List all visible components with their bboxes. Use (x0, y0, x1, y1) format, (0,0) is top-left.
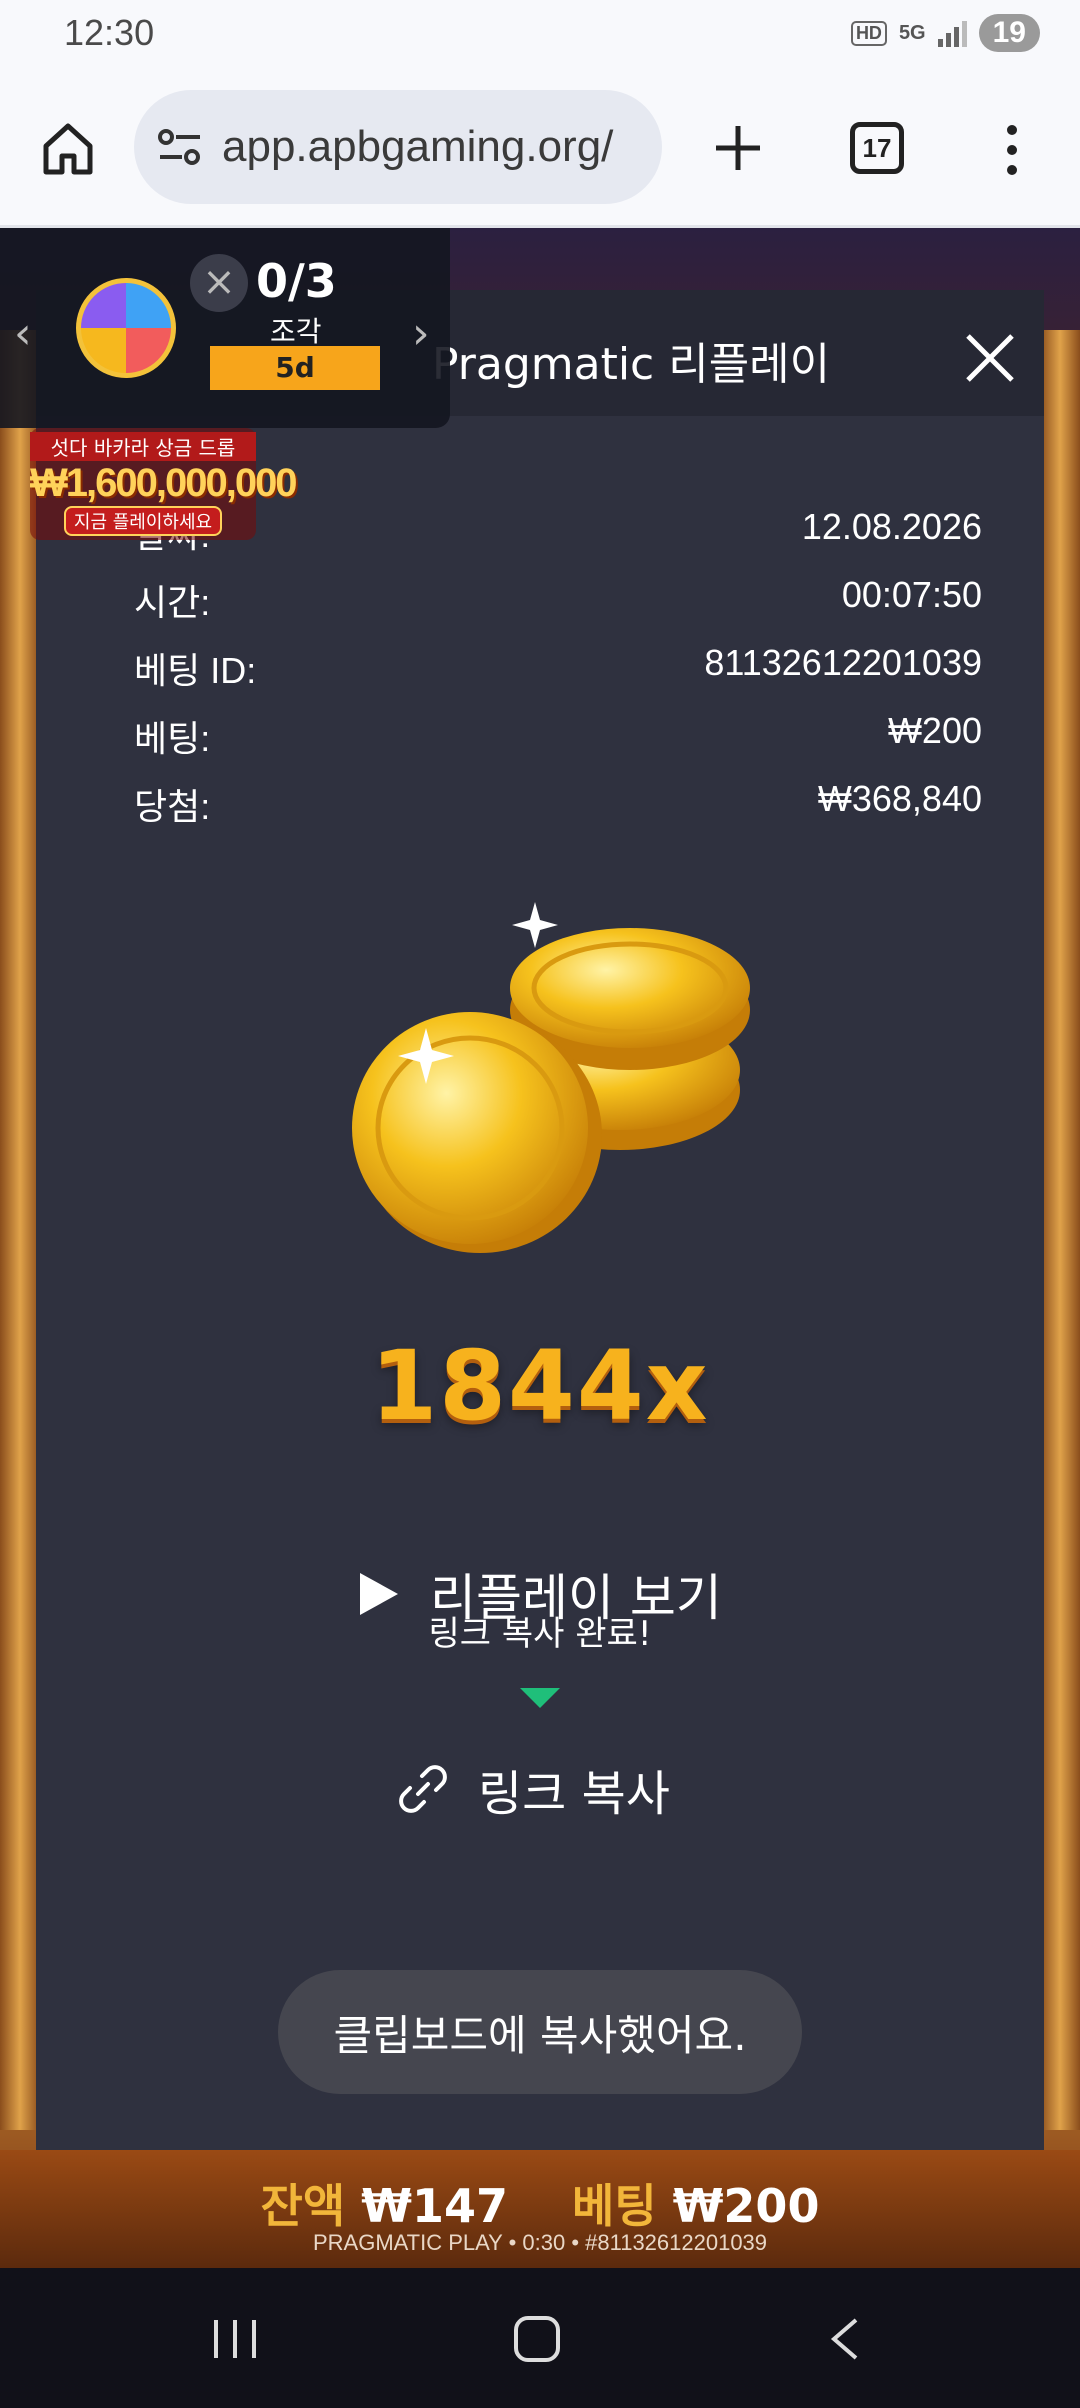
network-5g-icon: 5G (898, 22, 926, 44)
more-menu-icon[interactable] (1000, 120, 1024, 180)
site-settings-icon[interactable] (152, 119, 208, 175)
system-nav-bar (0, 2268, 1080, 2408)
tab-switcher-button[interactable]: 17 (850, 122, 904, 174)
copy-link-button[interactable]: 링크 복사 (396, 1754, 670, 1824)
battery-icon: 19 (978, 14, 1040, 52)
info-row-bet-id: 베팅 ID: 81132612201039 (134, 642, 982, 694)
close-icon[interactable] (962, 330, 1018, 386)
promo-widget: ‹ × 0/3 조각 5d › (0, 228, 450, 428)
clock: 12:30 (64, 12, 155, 53)
piece-label: 조각 (270, 315, 322, 348)
signal-icon (937, 19, 967, 47)
info-value: ₩368,840 (817, 778, 982, 819)
browser-toolbar: app.apbgaming.org/ 17 (0, 72, 1080, 228)
chevron-left-icon[interactable]: ‹ (14, 308, 32, 359)
home-nav-icon[interactable] (514, 2316, 560, 2362)
replay-modal: Pragmatic 리플레이 날짜: 12.08.2026 시간: 00:07:… (36, 290, 1044, 2150)
bet-label: 베팅 (572, 2179, 657, 2233)
balance-value: ₩147 (361, 2179, 508, 2233)
chevron-right-icon[interactable]: › (412, 308, 430, 359)
info-label: 베팅: (134, 718, 211, 759)
jackpot-title: 섯다 바카라 상금 드롭 (30, 432, 256, 461)
info-label: 베팅 ID: (134, 650, 257, 691)
jackpot-banner[interactable]: 섯다 바카라 상금 드롭 ₩1,600,000,000 지금 플레이하세요 (30, 428, 298, 540)
copy-link-label: 링크 복사 (478, 1766, 670, 1822)
link-copied-tooltip: 링크 복사 완료! (428, 1614, 652, 1654)
tooltip-arrow (520, 1688, 560, 1708)
win-multiplier: 1844x (370, 1330, 710, 1442)
prize-wheel-icon[interactable] (76, 278, 176, 378)
info-row-time: 시간: 00:07:50 (134, 574, 982, 626)
info-label: 시간: (134, 582, 211, 623)
info-label: 당첨: (134, 786, 211, 827)
balance-bet-line: 잔액 ₩147 베팅 ₩200 (0, 2170, 1080, 2236)
recent-apps-icon[interactable] (210, 2318, 260, 2360)
modal-title: Pragmatic 리플레이 (432, 339, 831, 390)
bet-value: ₩200 (672, 2179, 820, 2233)
status-bar: 12:30 HD 5G 19 (0, 0, 1080, 72)
info-value: 81132612201039 (704, 642, 982, 683)
home-icon[interactable] (38, 118, 98, 178)
info-row-win: 당첨: ₩368,840 (134, 778, 982, 830)
hd-voice-icon: HD (850, 20, 887, 46)
clipboard-toast: 클립보드에 복사했어요. (278, 1970, 802, 2094)
link-icon (399, 1765, 447, 1813)
jackpot-amount: ₩1,600,000,000 (30, 461, 298, 505)
close-promo-icon[interactable]: × (190, 254, 248, 312)
drop-progress: 0/3 (256, 254, 337, 308)
back-icon[interactable] (824, 2316, 864, 2362)
info-row-bet: 베팅: ₩200 (134, 710, 982, 762)
balance-label: 잔액 (260, 2179, 346, 2233)
decor-pillar-left (0, 330, 40, 2130)
new-tab-icon[interactable] (708, 118, 768, 178)
info-value: 12.08.2026 (801, 506, 982, 547)
info-value: ₩200 (887, 710, 982, 751)
gold-coins-icon (352, 902, 750, 1253)
days-left-badge: 5d (210, 346, 380, 390)
info-row-date: 날짜: 12.08.2026 (134, 506, 982, 558)
play-now-button[interactable]: 지금 플레이하세요 (63, 506, 223, 536)
info-value: 00:07:50 (841, 574, 982, 615)
status-icons: HD 5G 19 (850, 14, 1040, 52)
provider-footer: PRAGMATIC PLAY • 0:30 • #81132612201039 (312, 2230, 768, 2255)
address-bar[interactable]: app.apbgaming.org/ (134, 90, 662, 204)
game-status-bar: 잔액 ₩147 베팅 ₩200 PRAGMATIC PLAY • 0:30 • … (0, 2150, 1080, 2268)
decor-pillar-right (1040, 330, 1080, 2130)
url-text: app.apbgaming.org/ (222, 122, 614, 171)
